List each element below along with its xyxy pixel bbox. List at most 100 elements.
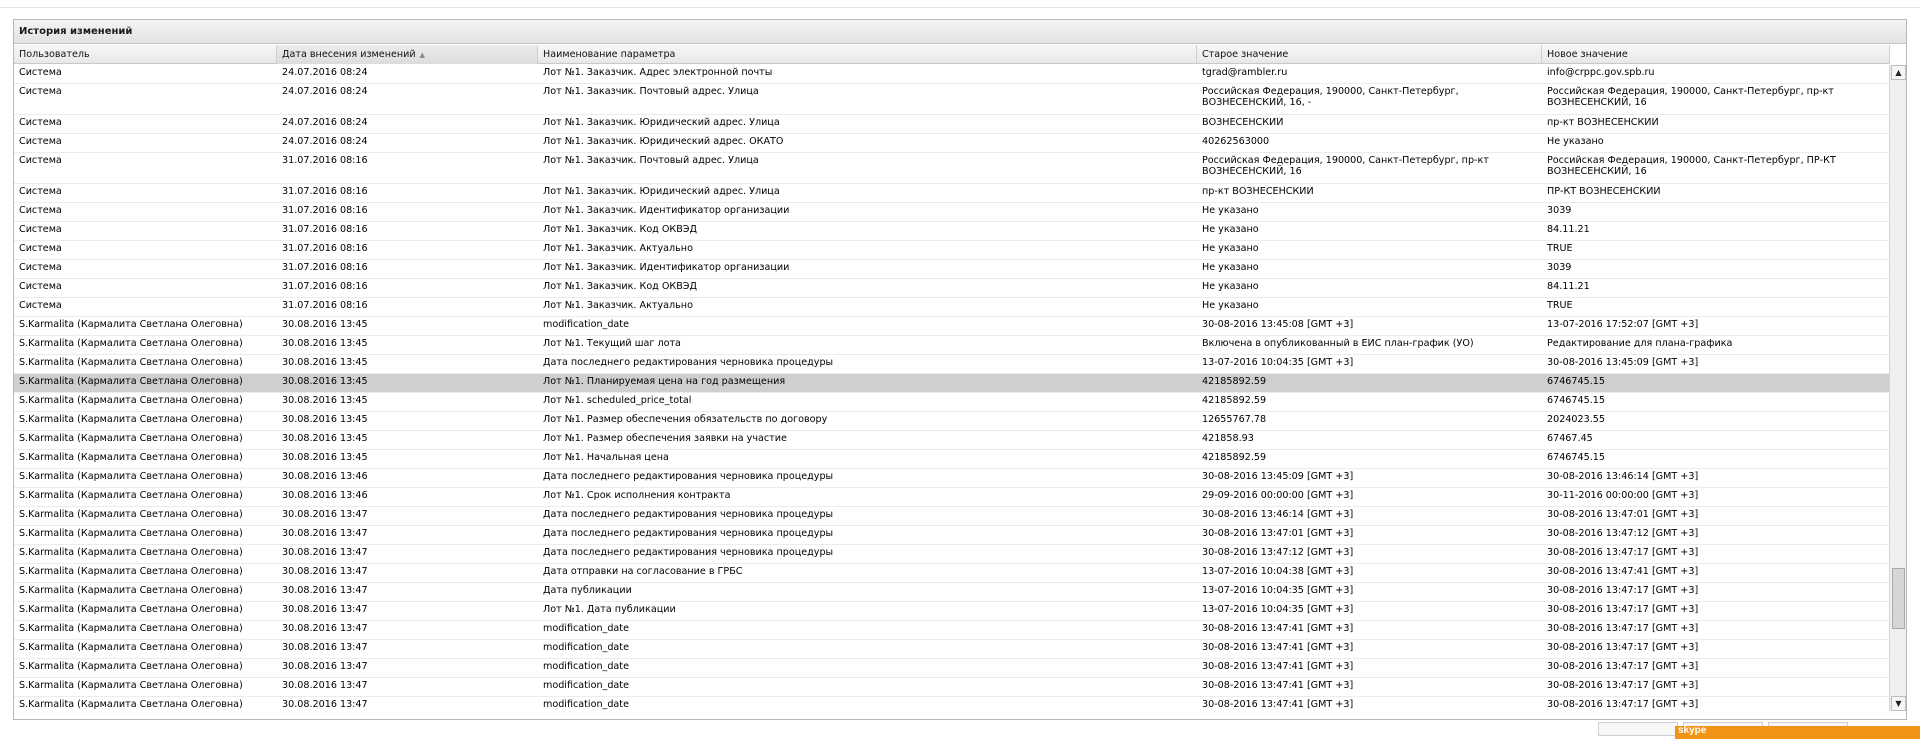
table-row[interactable]: Система 24.07.2016 08:24 Лот №1. Заказчик.… (14, 84, 1890, 115)
table-row[interactable]: S.Karmalita (Кармалита Светлана Олеговна… (14, 697, 1890, 711)
panel-title: История изменений (14, 20, 1906, 44)
table-row[interactable]: S.Karmalita (Кармалита Светлана Олеговна… (14, 621, 1890, 640)
table-cell: 30.08.2016 13:45 (282, 395, 368, 406)
table-row[interactable]: S.Karmalita (Кармалита Светлана Олеговна… (14, 374, 1890, 393)
skype-bar[interactable]: skype (1675, 725, 1920, 739)
table-cell: Лот №1. Заказчик. Почтовый адрес. Улица (543, 86, 759, 97)
table-row[interactable]: Система 31.07.2016 08:16 Лот №1. Заказчик.… (14, 184, 1890, 203)
footer-button[interactable] (1598, 722, 1678, 736)
column-header[interactable]: Наименование параметра (538, 45, 1197, 64)
table-cell: 30-08-2016 13:47:17 [GMT +3] (1547, 547, 1699, 558)
table-cell: 30-08-2016 13:45:08 [GMT +3] (1202, 319, 1354, 330)
table-cell: Редактирование для плана-графика (1547, 338, 1733, 349)
table-cell: 30-08-2016 13:47:17 [GMT +3] (1547, 585, 1699, 596)
scroll-thumb[interactable] (1892, 567, 1905, 630)
table-cell: 31.07.2016 08:16 (282, 243, 368, 254)
table-cell: S.Karmalita (Кармалита Светлана Олеговна… (19, 395, 243, 406)
table-cell: S.Karmalita (Кармалита Светлана Олеговна… (19, 547, 243, 558)
table-row[interactable]: S.Karmalita (Кармалита Светлана Олеговна… (14, 450, 1890, 469)
table-row[interactable]: Система 31.07.2016 08:16 Лот №1. Заказчик.… (14, 260, 1890, 279)
table-cell: S.Karmalita (Кармалита Светлана Олеговна… (19, 471, 243, 482)
table-cell: 31.07.2016 08:16 (282, 224, 368, 235)
history-panel: История изменений Пользователь Дата внесе… (13, 19, 1907, 720)
table-cell: S.Karmalita (Кармалита Светлана Олеговна… (19, 699, 243, 710)
scroll-up-icon[interactable]: ▲ (1891, 65, 1906, 80)
column-header[interactable]: Дата внесения изменений ▲ (277, 45, 538, 64)
table-cell: 30.08.2016 13:47 (282, 528, 368, 539)
table-cell: S.Karmalita (Кармалита Светлана Олеговна… (19, 452, 243, 463)
table-row[interactable]: Система 31.07.2016 08:16 Лот №1. Заказчик.… (14, 222, 1890, 241)
grid-body[interactable]: Система 24.07.2016 08:24 Лот №1. Заказчик.… (14, 65, 1890, 711)
table-row[interactable]: S.Karmalita (Кармалита Светлана Олеговна… (14, 317, 1890, 336)
table-row[interactable]: Система 31.07.2016 08:16 Лот №1. Заказчик.… (14, 241, 1890, 260)
table-cell: 421858.93 (1202, 433, 1254, 444)
table-row[interactable]: S.Karmalita (Кармалита Светлана Олеговна… (14, 393, 1890, 412)
table-cell: Лот №1. Заказчик. Идентификатор организа… (543, 205, 790, 216)
table-row[interactable]: S.Karmalita (Кармалита Светлана Олеговна… (14, 602, 1890, 621)
table-cell: 30.08.2016 13:47 (282, 699, 368, 710)
table-cell: Не указано (1202, 224, 1259, 235)
table-cell: Российская Федерация, 190000, Санкт-Пете… (1547, 86, 1834, 108)
vertical-scrollbar[interactable]: ▲ ▼ (1889, 65, 1906, 711)
table-cell: Лот №1. Заказчик. Актуально (543, 243, 693, 254)
table-cell: 30.08.2016 13:45 (282, 452, 368, 463)
table-cell: 31.07.2016 08:16 (282, 155, 368, 166)
table-row[interactable]: S.Karmalita (Кармалита Светлана Олеговна… (14, 583, 1890, 602)
table-row[interactable]: Система 24.07.2016 08:24 Лот №1. Заказчик.… (14, 134, 1890, 153)
table-row[interactable]: S.Karmalita (Кармалита Светлана Олеговна… (14, 488, 1890, 507)
table-cell: 3039 (1547, 262, 1572, 273)
table-row[interactable]: Система 31.07.2016 08:16 Лот №1. Заказчик.… (14, 153, 1890, 184)
table-cell: TRUE (1547, 300, 1573, 311)
table-row[interactable]: S.Karmalita (Кармалита Светлана Олеговна… (14, 469, 1890, 488)
table-cell: Система (19, 86, 62, 97)
scroll-down-icon[interactable]: ▼ (1891, 696, 1906, 711)
table-cell: 6746745.15 (1547, 395, 1605, 406)
table-cell: Система (19, 224, 62, 235)
table-cell: 30.08.2016 13:45 (282, 357, 368, 368)
table-cell: 30.08.2016 13:45 (282, 433, 368, 444)
table-row[interactable]: S.Karmalita (Кармалита Светлана Олеговна… (14, 678, 1890, 697)
table-row[interactable]: Система 24.07.2016 08:24 Лот №1. Заказчик.… (14, 65, 1890, 84)
table-row[interactable]: S.Karmalita (Кармалита Светлана Олеговна… (14, 355, 1890, 374)
table-row[interactable]: Система 31.07.2016 08:16 Лот №1. Заказчик.… (14, 298, 1890, 317)
table-cell: Лот №1. Планируемая цена на год размещен… (543, 376, 786, 387)
column-header[interactable]: Старое значение (1197, 45, 1542, 64)
table-cell: 30.08.2016 13:46 (282, 471, 368, 482)
table-cell: 30-08-2016 13:47:41 [GMT +3] (1202, 642, 1354, 653)
table-row[interactable]: S.Karmalita (Кармалита Светлана Олеговна… (14, 336, 1890, 355)
table-cell: S.Karmalita (Кармалита Светлана Олеговна… (19, 642, 243, 653)
table-row[interactable]: Система 31.07.2016 08:16 Лот №1. Заказчик.… (14, 203, 1890, 222)
table-cell: 13-07-2016 10:04:38 [GMT +3] (1202, 566, 1354, 577)
table-row[interactable]: S.Karmalita (Кармалита Светлана Олеговна… (14, 545, 1890, 564)
table-row[interactable]: S.Karmalita (Кармалита Светлана Олеговна… (14, 640, 1890, 659)
table-cell: modification_date (543, 661, 629, 672)
table-cell: 42185892.59 (1202, 395, 1267, 406)
table-cell: 42185892.59 (1202, 376, 1267, 387)
table-row[interactable]: S.Karmalita (Кармалита Светлана Олеговна… (14, 412, 1890, 431)
table-cell: 42185892.59 (1202, 452, 1267, 463)
table-cell: 13-07-2016 10:04:35 [GMT +3] (1202, 357, 1354, 368)
column-header[interactable]: Новое значение (1542, 45, 1890, 64)
table-cell: S.Karmalita (Кармалита Светлана Олеговна… (19, 585, 243, 596)
table-cell: 84.11.21 (1547, 281, 1590, 292)
table-row[interactable]: Система 31.07.2016 08:16 Лот №1. Заказчик.… (14, 279, 1890, 298)
column-header-label: Старое значение (1202, 49, 1289, 60)
table-row[interactable]: S.Karmalita (Кармалита Светлана Олеговна… (14, 659, 1890, 678)
column-header[interactable]: Пользователь (14, 45, 277, 64)
table-row[interactable]: S.Karmalita (Кармалита Светлана Олеговна… (14, 564, 1890, 583)
table-cell: 30.08.2016 13:47 (282, 566, 368, 577)
table-row[interactable]: Система 24.07.2016 08:24 Лот №1. Заказчик.… (14, 115, 1890, 134)
table-cell: tgrad@rambler.ru (1202, 67, 1288, 78)
table-cell: 30-08-2016 13:47:17 [GMT +3] (1547, 623, 1699, 634)
table-row[interactable]: S.Karmalita (Кармалита Светлана Олеговна… (14, 431, 1890, 450)
table-row[interactable]: S.Karmalita (Кармалита Светлана Олеговна… (14, 526, 1890, 545)
table-cell: S.Karmalita (Кармалита Светлана Олеговна… (19, 319, 243, 330)
table-cell: 13-07-2016 10:04:35 [GMT +3] (1202, 604, 1354, 615)
table-cell: Дата отправки на согласование в ГРБС (543, 566, 743, 577)
table-cell: Система (19, 155, 62, 166)
table-cell: 30.08.2016 13:47 (282, 680, 368, 691)
table-row[interactable]: S.Karmalita (Кармалита Светлана Олеговна… (14, 507, 1890, 526)
table-cell: modification_date (543, 642, 629, 653)
table-cell: Система (19, 67, 62, 78)
table-cell: modification_date (543, 680, 629, 691)
